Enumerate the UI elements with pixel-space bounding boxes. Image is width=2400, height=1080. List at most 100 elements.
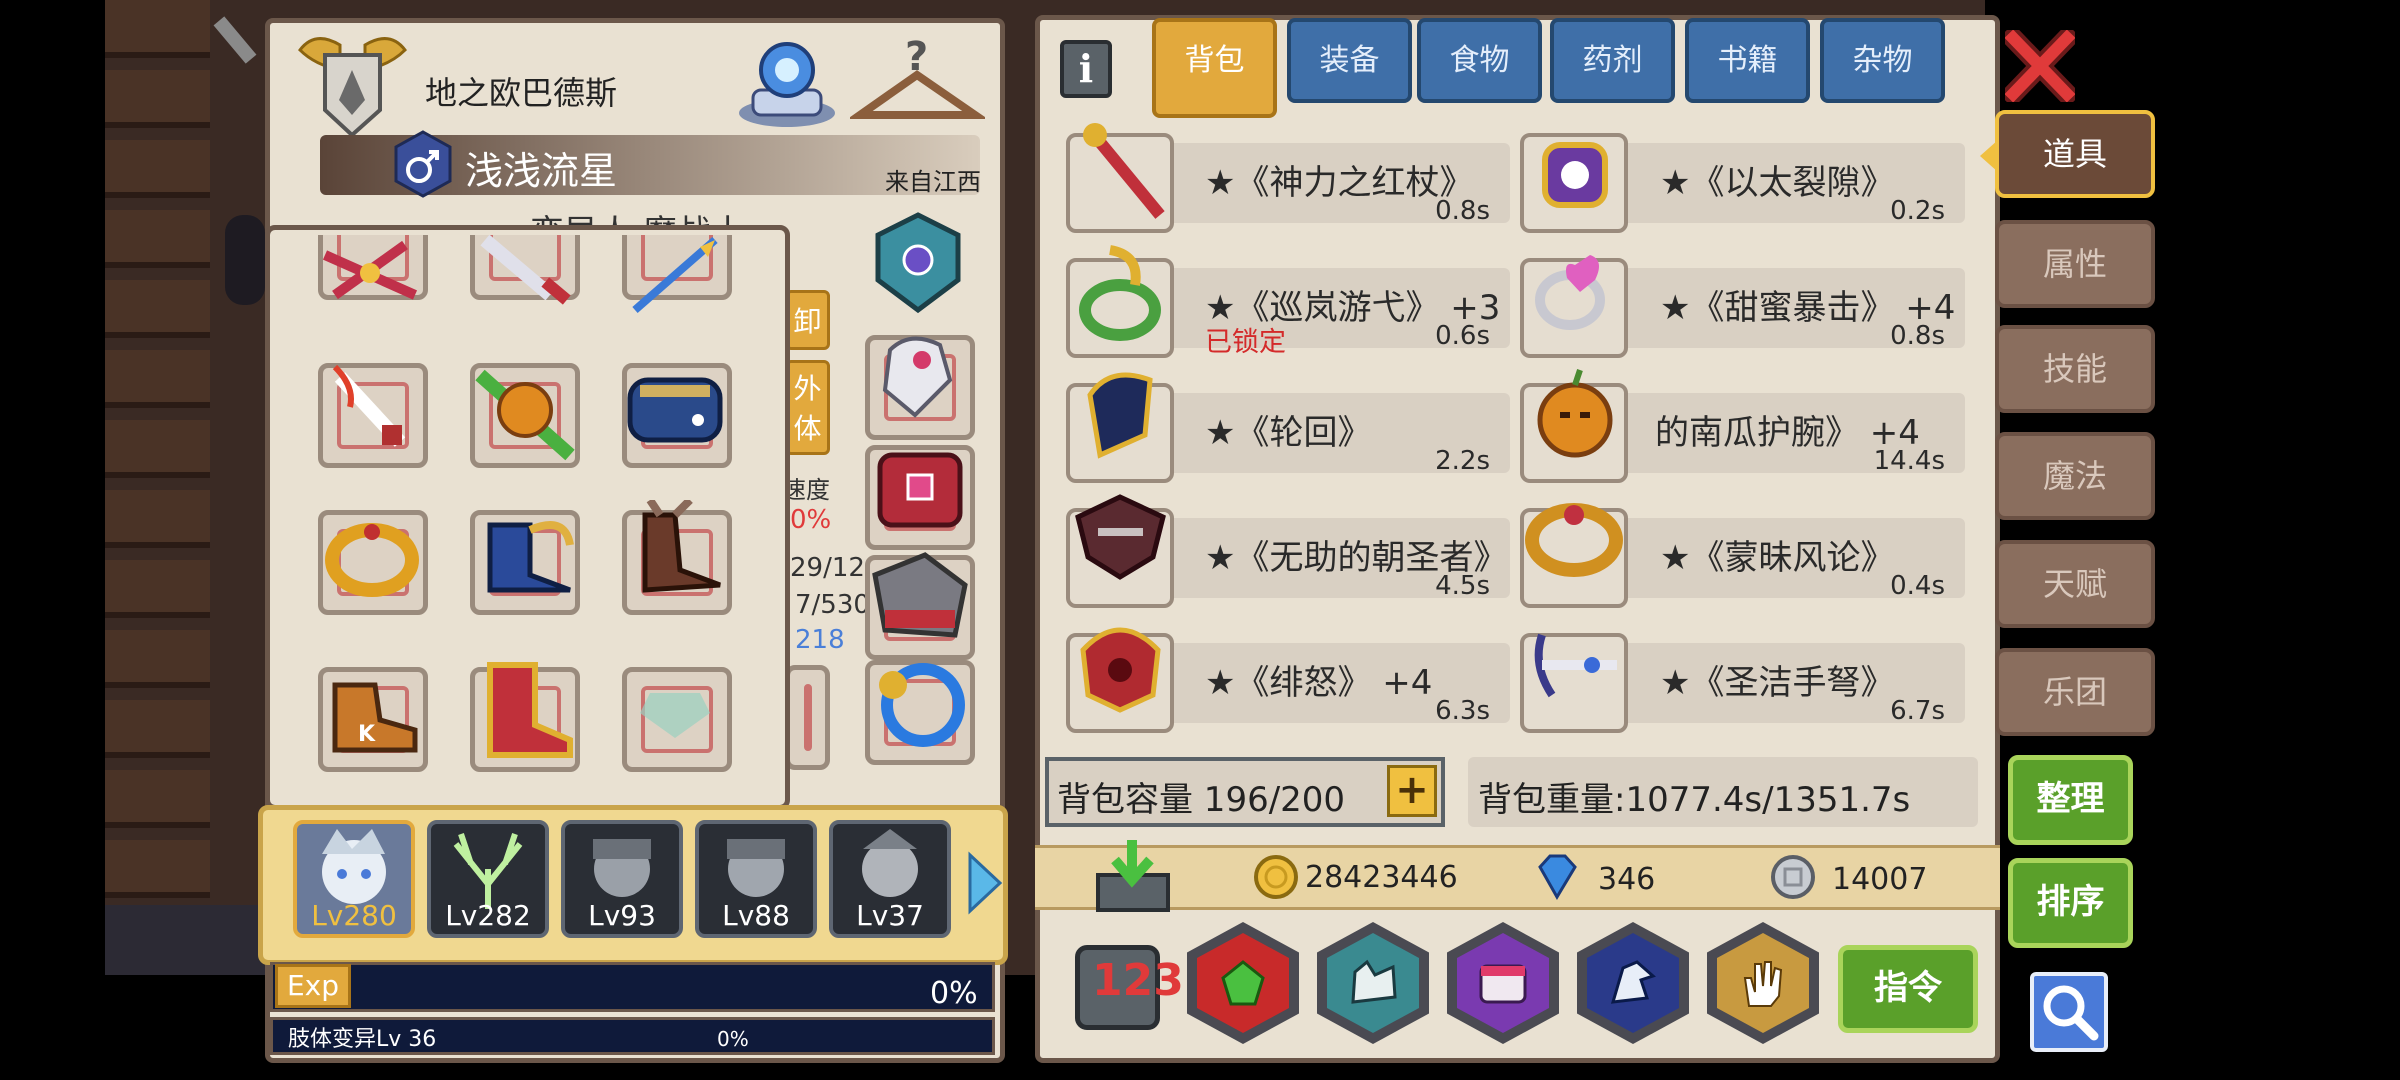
chest-armor-icon bbox=[870, 440, 970, 540]
wall-brick bbox=[105, 560, 210, 618]
diamond-amount: 346 bbox=[1598, 862, 1656, 897]
tab-potion[interactable]: 药剂 bbox=[1550, 18, 1675, 103]
weight-label: 背包重量:1077.4s/1351.7s bbox=[1478, 780, 1911, 820]
wall-brick bbox=[105, 210, 210, 268]
item-weight: 14.4s bbox=[1873, 446, 1945, 476]
svg-text:K: K bbox=[358, 722, 376, 747]
item-weight: 0.4s bbox=[1890, 571, 1945, 601]
tab-backpack[interactable]: 背包 bbox=[1152, 18, 1277, 118]
tab-equipment[interactable]: 装备 bbox=[1287, 18, 1412, 103]
party-member-slot[interactable]: Lv88 bbox=[695, 820, 817, 938]
tab-food[interactable]: 食物 bbox=[1417, 18, 1542, 103]
item-weight: 6.7s bbox=[1890, 696, 1945, 726]
wall-brick bbox=[105, 840, 210, 898]
wall-brick bbox=[105, 280, 210, 338]
gold-coin-icon bbox=[1252, 852, 1300, 902]
item-name: ★《圣洁手弩》 bbox=[1660, 663, 1895, 703]
crossbow-icon bbox=[1522, 615, 1627, 715]
wall-brick bbox=[105, 350, 210, 408]
floor-tile bbox=[105, 905, 265, 975]
sword-icon bbox=[470, 235, 580, 315]
red-gold-boots-icon bbox=[470, 655, 580, 765]
close-icon[interactable] bbox=[1998, 23, 2082, 109]
item-name: ★《蒙昧风论》 bbox=[1660, 538, 1895, 578]
next-arrow-icon[interactable] bbox=[965, 850, 1005, 916]
search-icon[interactable] bbox=[2030, 972, 2108, 1052]
side-tab-attributes[interactable]: 属性 bbox=[1995, 220, 2155, 308]
exp-bar bbox=[270, 962, 995, 1012]
male-gender-icon bbox=[393, 130, 453, 198]
side-tab-magic[interactable]: 魔法 bbox=[1995, 432, 2155, 520]
dragon-icon bbox=[1607, 958, 1659, 1008]
mutation-percent: 0% bbox=[717, 1027, 749, 1051]
party-level: Lv280 bbox=[311, 899, 397, 932]
player-name: 浅浅流星 bbox=[465, 149, 618, 193]
side-tab-skills[interactable]: 技能 bbox=[1995, 325, 2155, 413]
flame-blade-icon bbox=[320, 357, 420, 457]
wall-brick bbox=[105, 0, 210, 58]
tab-misc[interactable]: 杂物 bbox=[1820, 18, 1945, 103]
hanger-help-icon[interactable]: ? bbox=[847, 34, 988, 130]
download-icon[interactable] bbox=[1090, 840, 1175, 915]
wall-brick bbox=[105, 770, 210, 828]
tidy-button[interactable]: 整理 bbox=[2008, 755, 2133, 845]
speed-percent: 0% bbox=[790, 505, 832, 535]
party-member-slot[interactable]: Lv282 bbox=[427, 820, 549, 938]
unequip-tab[interactable]: 卸 bbox=[785, 290, 830, 350]
purple-crown-icon bbox=[1530, 120, 1620, 220]
crossbow-red-icon bbox=[315, 235, 425, 315]
spear-icon bbox=[620, 235, 730, 315]
beast-head-icon bbox=[1345, 957, 1401, 1009]
blue-ring-icon bbox=[868, 650, 968, 750]
diamond-icon bbox=[1530, 852, 1585, 902]
origin-label: 来自江西 bbox=[885, 168, 981, 196]
party-member-slot[interactable]: Lv93 bbox=[561, 820, 683, 938]
empty-armor-slot-icon bbox=[630, 673, 720, 753]
bunny-boots-icon bbox=[620, 497, 730, 605]
side-tab-talent[interactable]: 天赋 bbox=[1995, 540, 2155, 628]
wall-brick bbox=[105, 70, 210, 128]
winged-boots-icon bbox=[470, 505, 580, 605]
gauntlet-icon bbox=[870, 320, 960, 420]
item-name: ★《以太裂隙》 bbox=[1660, 163, 1895, 203]
item-weight: 0.6s bbox=[1435, 321, 1490, 351]
green-gem-icon bbox=[1221, 960, 1265, 1006]
side-tab-band[interactable]: 乐团 bbox=[1995, 648, 2155, 736]
dark-claw-icon bbox=[1070, 355, 1170, 470]
sort-button[interactable]: 排序 bbox=[2008, 858, 2133, 948]
pumpkin-bracer-icon bbox=[1525, 360, 1625, 465]
pumpkin-staff-icon bbox=[470, 355, 580, 465]
party-level: Lv93 bbox=[588, 899, 656, 932]
wall-brick bbox=[105, 140, 210, 198]
party-member-slot[interactable]: Lv280 bbox=[293, 820, 415, 938]
item-name: ★《绯怒》 +4 bbox=[1205, 663, 1433, 703]
item-weight: 0.2s bbox=[1890, 196, 1945, 226]
item-weight: 6.3s bbox=[1435, 696, 1490, 726]
shield-gem-icon[interactable] bbox=[868, 210, 968, 315]
gold-amount: 28423446 bbox=[1305, 860, 1458, 895]
info-button[interactable]: i bbox=[1060, 40, 1112, 98]
selected-arrow-icon bbox=[1980, 140, 1998, 172]
wall-brick bbox=[105, 630, 210, 688]
silver-amount: 14007 bbox=[1832, 862, 1928, 897]
side-tab-items[interactable]: 道具 bbox=[1995, 110, 2155, 198]
crystal-orb-icon[interactable] bbox=[735, 35, 840, 130]
stat-value: 218 bbox=[795, 625, 845, 655]
capacity-label: 背包容量 196/200 bbox=[1057, 780, 1346, 820]
heart-ring-icon bbox=[1525, 230, 1625, 340]
dark-mask-icon bbox=[1068, 487, 1173, 587]
tab-books[interactable]: 书籍 bbox=[1685, 18, 1810, 103]
expand-capacity-button[interactable]: + bbox=[1387, 765, 1437, 817]
slot-number-label: 123 bbox=[1092, 955, 1184, 1006]
appearance-tab[interactable]: 外 体 bbox=[785, 360, 830, 455]
command-button[interactable]: 指令 bbox=[1838, 945, 1978, 1033]
wall-brick bbox=[105, 700, 210, 758]
equipment-grid: K bbox=[300, 235, 755, 795]
rank-emblem-icon[interactable] bbox=[290, 30, 415, 140]
jade-ring-icon bbox=[1070, 235, 1170, 345]
calendar-icon bbox=[1477, 960, 1529, 1006]
party-member-slot[interactable]: Lv37 bbox=[829, 820, 951, 938]
item-weight: 0.8s bbox=[1435, 196, 1490, 226]
hand-icon bbox=[1737, 956, 1789, 1010]
equip-slot-partial[interactable] bbox=[785, 665, 830, 770]
